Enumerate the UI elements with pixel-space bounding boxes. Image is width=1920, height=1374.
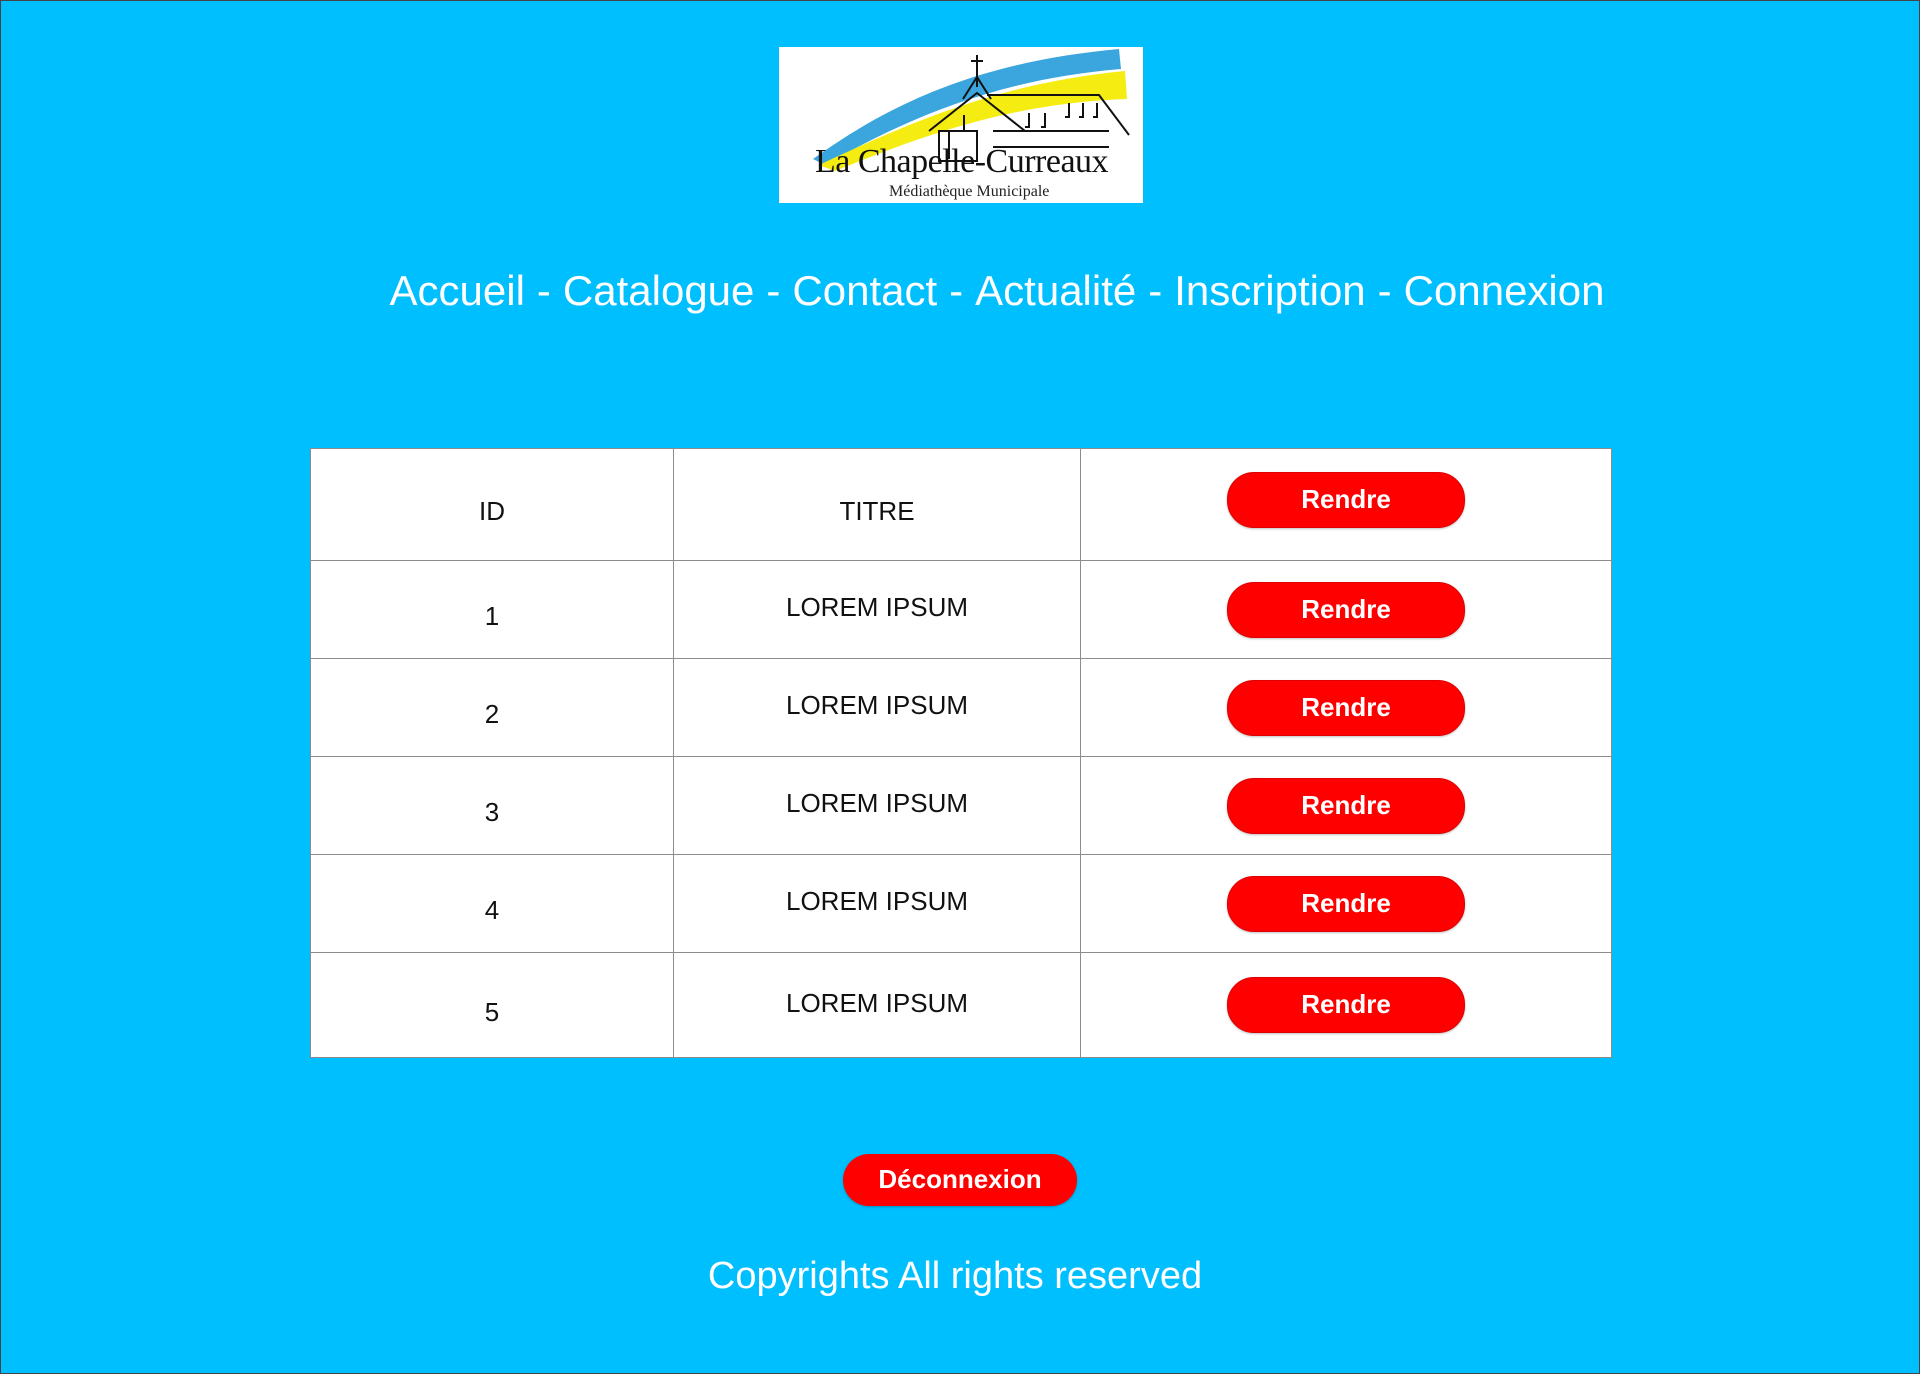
nav-connexion[interactable]: Connexion (1404, 267, 1605, 314)
row-title: LOREM IPSUM (673, 952, 1081, 1058)
nav-accueil[interactable]: Accueil (390, 267, 525, 314)
logo-subtitle: Médiathèque Municipale (889, 183, 1050, 200)
return-button[interactable]: Rendre (1227, 875, 1465, 932)
nav-inscription[interactable]: Inscription (1174, 267, 1365, 314)
main-nav: Accueil - Catalogue - Contact - Actualité - Insc… (1, 267, 1920, 315)
logo-title: La Chapelle-Curreaux (815, 143, 1109, 180)
column-header-action: Rendre (1080, 448, 1612, 561)
return-button[interactable]: Rendre (1227, 679, 1465, 736)
row-title: LOREM IPSUM (673, 658, 1081, 757)
row-id: 5 (310, 952, 674, 1058)
nav-contact[interactable]: Contact (792, 267, 937, 314)
loans-table: ID TITRE Rendre 1 LOREM IPSUM Rendre 2 L… (310, 448, 1612, 1058)
return-all-button[interactable]: Rendre (1227, 471, 1465, 528)
row-id: 1 (310, 560, 674, 659)
nav-catalogue[interactable]: Catalogue (563, 267, 754, 314)
return-button[interactable]: Rendre (1227, 977, 1465, 1033)
nav-separator: - (949, 267, 964, 314)
nav-actualite[interactable]: Actualité (975, 267, 1136, 314)
nav-separator: - (536, 267, 551, 314)
row-action-cell: Rendre (1080, 560, 1612, 659)
table-row: 1 LOREM IPSUM Rendre (310, 560, 1612, 659)
return-button[interactable]: Rendre (1227, 777, 1465, 834)
footer-copyright: Copyrights All rights reserved (707, 1255, 1203, 1297)
row-id: 2 (310, 658, 674, 757)
return-button[interactable]: Rendre (1227, 581, 1465, 638)
table-header-row: ID TITRE Rendre (310, 448, 1612, 561)
row-title: LOREM IPSUM (673, 560, 1081, 659)
table-row: 4 LOREM IPSUM Rendre (310, 854, 1612, 953)
table-row: 5 LOREM IPSUM Rendre (310, 952, 1612, 1058)
table-row: 2 LOREM IPSUM Rendre (310, 658, 1612, 757)
table-row: 3 LOREM IPSUM Rendre (310, 756, 1612, 855)
row-title: LOREM IPSUM (673, 756, 1081, 855)
row-id: 3 (310, 756, 674, 855)
row-action-cell: Rendre (1080, 658, 1612, 757)
row-action-cell: Rendre (1080, 756, 1612, 855)
nav-separator: - (1377, 267, 1392, 314)
row-action-cell: Rendre (1080, 952, 1612, 1058)
column-header-id: ID (310, 448, 674, 561)
logout-button[interactable]: Déconnexion (843, 1154, 1077, 1206)
row-action-cell: Rendre (1080, 854, 1612, 953)
logo: La Chapelle-Curreaux Médiathèque Municip… (779, 47, 1143, 203)
row-id: 4 (310, 854, 674, 953)
nav-separator: - (766, 267, 781, 314)
row-title: LOREM IPSUM (673, 854, 1081, 953)
column-header-title: TITRE (673, 448, 1081, 561)
nav-separator: - (1148, 267, 1163, 314)
